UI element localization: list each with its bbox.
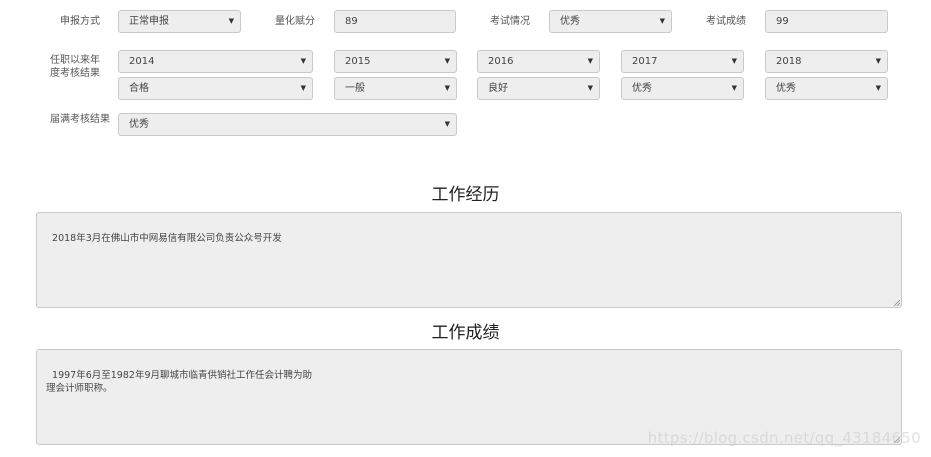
year-select-2018[interactable]: 2018 ▼ — [765, 50, 888, 73]
chevron-down-icon: ▼ — [875, 84, 881, 92]
exam-status-value: 优秀 — [560, 16, 580, 27]
resize-handle-icon[interactable] — [893, 299, 900, 306]
chevron-down-icon: ▼ — [875, 57, 881, 65]
year-value: 2018 — [776, 56, 802, 67]
year-value: 2014 — [129, 56, 155, 67]
exam-score-input[interactable]: 99 — [765, 10, 888, 33]
chevron-down-icon: ▼ — [444, 120, 450, 128]
result-value: 合格 — [129, 83, 149, 94]
score-label: 量化赋分 — [275, 16, 315, 27]
chevron-down-icon: ▼ — [587, 84, 593, 92]
year-select-2016[interactable]: 2016 ▼ — [477, 50, 600, 73]
chevron-down-icon: ▼ — [731, 57, 737, 65]
chevron-down-icon: ▼ — [300, 84, 306, 92]
year-select-2014[interactable]: 2014 ▼ — [118, 50, 313, 73]
result-value: 优秀 — [632, 83, 652, 94]
exam-status-select[interactable]: 优秀 ▼ — [549, 10, 672, 33]
chevron-down-icon: ▼ — [587, 57, 593, 65]
result-select-2016[interactable]: 良好 ▼ — [477, 77, 600, 100]
term-label: 届满考核结果 — [50, 114, 110, 125]
chevron-down-icon: ▼ — [228, 17, 234, 25]
chevron-down-icon: ▼ — [731, 84, 737, 92]
declare-value: 正常申报 — [129, 16, 169, 27]
term-value: 优秀 — [129, 119, 149, 130]
declare-label: 申报方式 — [60, 16, 100, 27]
annual-label-line2: 度考核结果 — [50, 68, 100, 79]
result-value: 良好 — [488, 83, 508, 94]
year-value: 2015 — [345, 56, 371, 67]
work-history-title: 工作经历 — [431, 185, 500, 205]
year-select-2017[interactable]: 2017 ▼ — [621, 50, 744, 73]
annual-label-line1: 任职以来年 — [50, 55, 100, 66]
chevron-down-icon: ▼ — [300, 57, 306, 65]
score-input[interactable]: 89 — [334, 10, 456, 33]
result-select-2018[interactable]: 优秀 ▼ — [765, 77, 888, 100]
watermark: https://blog.csdn.net/qq_43184650 — [647, 429, 921, 447]
work-results-title: 工作成绩 — [431, 323, 500, 343]
result-value: 一般 — [345, 83, 365, 94]
exam-status-label: 考试情况 — [490, 16, 530, 27]
result-select-2014[interactable]: 合格 ▼ — [118, 77, 313, 100]
work-history-text: 2018年3月在佛山市中网易信有限公司负责公众号开发 — [52, 233, 282, 244]
year-select-2015[interactable]: 2015 ▼ — [334, 50, 457, 73]
chevron-down-icon: ▼ — [444, 84, 450, 92]
work-history-textarea[interactable]: 2018年3月在佛山市中网易信有限公司负责公众号开发 — [36, 212, 902, 308]
exam-score-label: 考试成绩 — [706, 16, 746, 27]
work-results-text: 1997年6月至1982年9月聊城市临青供销社工作任会计聘为助 理会计师职称。 — [46, 370, 312, 394]
chevron-down-icon: ▼ — [444, 57, 450, 65]
chevron-down-icon: ▼ — [659, 17, 665, 25]
declare-select[interactable]: 正常申报 ▼ — [118, 10, 241, 33]
result-select-2015[interactable]: 一般 ▼ — [334, 77, 457, 100]
result-select-2017[interactable]: 优秀 ▼ — [621, 77, 744, 100]
year-value: 2017 — [632, 56, 658, 67]
term-select[interactable]: 优秀 ▼ — [118, 113, 457, 136]
exam-score-value: 99 — [776, 16, 789, 27]
score-value: 89 — [345, 16, 358, 27]
year-value: 2016 — [488, 56, 514, 67]
result-value: 优秀 — [776, 83, 796, 94]
